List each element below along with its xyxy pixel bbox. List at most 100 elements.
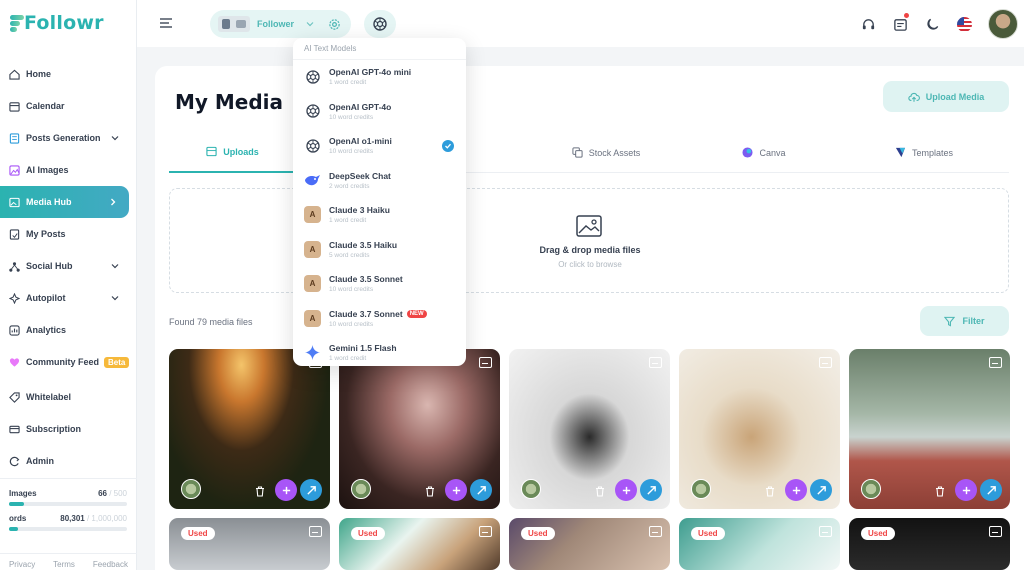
create-post-icon[interactable] <box>785 479 807 501</box>
brand-selector[interactable]: Follower <box>210 10 351 38</box>
trash-icon[interactable] <box>424 484 436 497</box>
trash-icon[interactable] <box>934 484 946 497</box>
menu-toggle-icon[interactable] <box>159 17 173 29</box>
gemini-icon <box>304 344 321 361</box>
media-tile-sunset-flower-field[interactable] <box>169 349 330 509</box>
share-icon[interactable] <box>640 479 662 501</box>
model-option[interactable]: A Claude 3.5 Sonnet 10 word credits <box>293 267 466 301</box>
chevron-down-icon[interactable] <box>111 262 119 270</box>
feedback-link[interactable]: Feedback <box>93 560 128 569</box>
ai-model-selector-button[interactable] <box>364 10 396 38</box>
model-option[interactable]: OpenAI GPT-4o mini 1 word credit <box>293 60 466 94</box>
sidebar-item-social-hub[interactable]: Social Hub <box>0 250 137 282</box>
tab-label: Canva <box>759 147 786 158</box>
share-icon[interactable] <box>810 479 832 501</box>
model-name-text: Claude 3.7 Sonnet <box>329 308 403 319</box>
upload-media-label: Upload Media <box>925 91 985 102</box>
sidebar-item-label: Admin <box>26 456 54 466</box>
create-post-icon[interactable] <box>275 479 297 501</box>
model-option[interactable]: Gemini 1.5 Flash 1 word credit <box>293 336 466 366</box>
sidebar-item-media-hub[interactable]: Media Hub <box>0 186 129 218</box>
model-option[interactable]: OpenAI GPT-4o 10 word credits <box>293 95 466 129</box>
image-type-icon <box>649 526 662 537</box>
sidebar-item-label: Calendar <box>26 101 65 111</box>
terms-link[interactable]: Terms <box>53 560 75 569</box>
media-tile-two-singers-on-stage[interactable] <box>339 349 500 509</box>
media-tile-media-6[interactable]: Used <box>169 518 330 570</box>
upload-media-button[interactable]: Upload Media <box>883 81 1009 112</box>
trash-icon[interactable] <box>254 484 266 497</box>
filter-label: Filter <box>962 316 985 326</box>
media-tile-runner-on-track[interactable] <box>849 349 1010 509</box>
usage-progress-fill <box>9 502 25 506</box>
notification-dot <box>904 13 909 18</box>
image-type-icon <box>819 357 832 368</box>
sidebar-item-my-posts[interactable]: My Posts <box>0 218 137 250</box>
calendar-icon <box>9 101 20 112</box>
tab-templates[interactable]: Templates <box>859 132 989 173</box>
community-feed-icon <box>9 357 20 368</box>
model-option[interactable]: A Claude 3.7 Sonnet NEW 10 word credits <box>293 302 466 336</box>
sidebar-item-community-feed[interactable]: Community Feed Beta <box>0 346 137 378</box>
media-tile-chalkboard-note[interactable]: Used <box>849 518 1010 570</box>
model-name-text: OpenAI GPT-4o mini <box>329 67 412 77</box>
admin-icon <box>9 456 20 467</box>
trash-icon[interactable] <box>764 484 776 497</box>
sidebar-item-admin[interactable]: Admin <box>0 445 137 477</box>
used-badge: Used <box>691 527 725 540</box>
image-type-icon <box>309 526 322 537</box>
chevron-down-icon[interactable] <box>111 134 119 142</box>
model-credits: 10 word credits <box>329 286 374 293</box>
sidebar-item-label: Home <box>26 69 52 79</box>
image-type-icon <box>819 526 832 537</box>
logo-text: Followr <box>24 12 104 34</box>
media-tile-media-9[interactable]: Used <box>679 518 840 570</box>
notifications-button[interactable] <box>884 8 916 40</box>
gear-icon[interactable] <box>328 18 341 31</box>
sidebar-item-home[interactable]: Home <box>0 58 137 90</box>
followr-logo[interactable]: Followr <box>10 12 104 34</box>
sidebar-item-whitelabel[interactable]: Whitelabel <box>0 381 137 413</box>
sidebar-item-ai-images[interactable]: AI Images <box>0 154 137 186</box>
chevron-down-icon[interactable] <box>111 294 119 302</box>
model-name-text: DeepSeek Chat <box>329 170 391 181</box>
sidebar-item-analytics[interactable]: Analytics <box>0 314 137 346</box>
media-tile-media-8[interactable]: Used <box>509 518 670 570</box>
model-option[interactable]: A Claude 3 Haiku 1 word credit <box>293 198 466 232</box>
social-account-avatar <box>691 479 711 499</box>
model-option[interactable]: OpenAI o1-mini 10 word credits <box>293 129 466 163</box>
privacy-link[interactable]: Privacy <box>9 560 35 569</box>
tab-canva[interactable]: Canva <box>709 132 819 173</box>
create-post-icon[interactable] <box>615 479 637 501</box>
tab-stock-assets[interactable]: Stock Assets <box>541 132 671 173</box>
user-avatar[interactable] <box>988 9 1018 39</box>
model-name: DeepSeek Chat <box>329 171 391 181</box>
create-post-icon[interactable] <box>955 479 977 501</box>
model-credits: 1 word credit <box>329 355 367 362</box>
model-credits: 1 word credit <box>329 79 367 86</box>
sidebar-item-posts-generation[interactable]: Posts Generation <box>0 122 137 154</box>
sidebar-item-calendar[interactable]: Calendar <box>0 90 137 122</box>
support-button[interactable] <box>852 8 884 40</box>
share-icon[interactable] <box>300 479 322 501</box>
media-tile-two-women-embracing[interactable] <box>679 349 840 509</box>
sidebar-item-label: Media Hub <box>26 197 72 207</box>
language-selector[interactable] <box>948 8 980 40</box>
model-option[interactable]: DeepSeek Chat 2 word credits <box>293 164 466 198</box>
media-tile-man-sitting-studio[interactable] <box>509 349 670 509</box>
model-name-text: Claude 3.5 Haiku <box>329 239 398 250</box>
sidebar-item-subscription[interactable]: Subscription <box>0 413 137 445</box>
share-icon[interactable] <box>980 479 1002 501</box>
share-icon[interactable] <box>470 479 492 501</box>
page-title: My Media <box>175 90 284 114</box>
theme-toggle-button[interactable] <box>916 8 948 40</box>
tab-uploads[interactable]: Uploads <box>169 132 296 173</box>
filter-button[interactable]: Filter <box>920 306 1009 336</box>
trash-icon[interactable] <box>594 484 606 497</box>
media-tile-media-7[interactable]: Used <box>339 518 500 570</box>
sidebar-item-autopilot[interactable]: Autopilot <box>0 282 137 314</box>
footer-links: Privacy Terms Feedback <box>0 553 137 569</box>
usage-limit: / 500 <box>109 489 127 498</box>
model-option[interactable]: A Claude 3.5 Haiku 5 word credits <box>293 233 466 267</box>
create-post-icon[interactable] <box>445 479 467 501</box>
